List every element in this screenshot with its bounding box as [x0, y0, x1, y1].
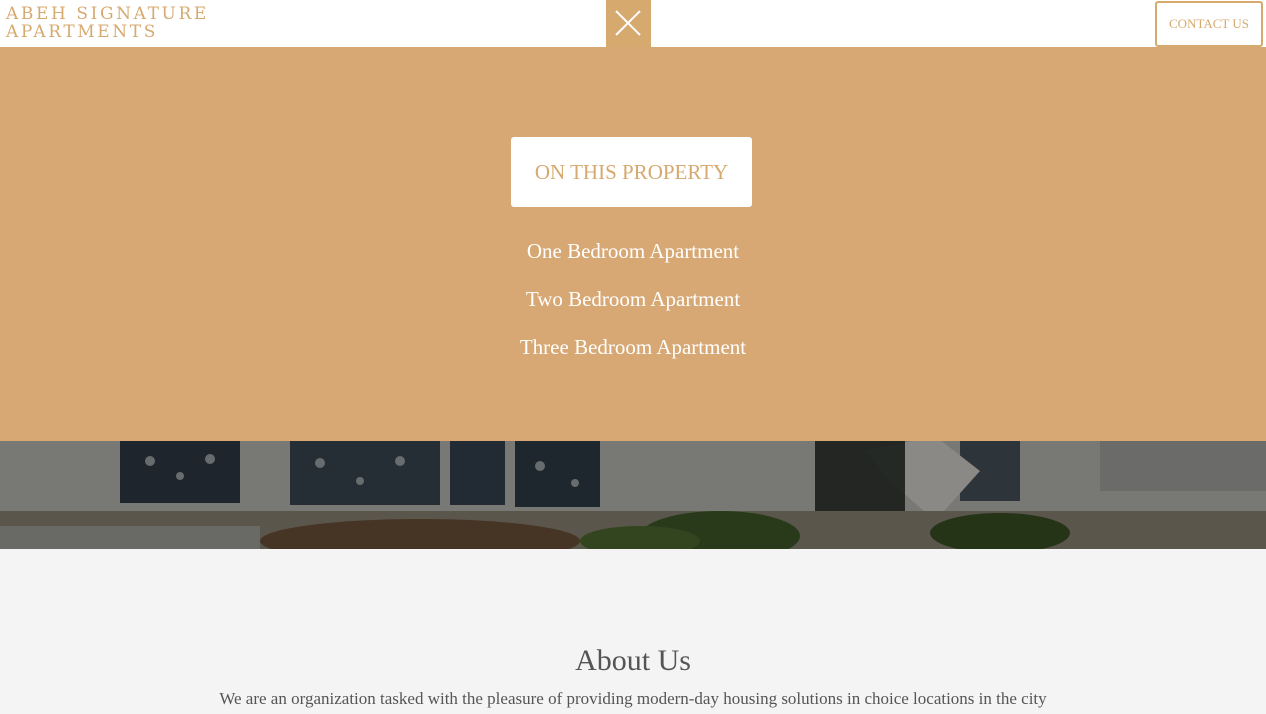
menu-item-two-bedroom[interactable]: Two Bedroom Apartment	[0, 285, 1266, 313]
menu-item-three-bedroom[interactable]: Three Bedroom Apartment	[0, 333, 1266, 361]
logo-line-2: APARTMENTS	[6, 22, 158, 42]
about-section: About Us We are an organization tasked w…	[0, 549, 1266, 714]
hero-photo	[0, 441, 1266, 549]
site-header: ABEH SIGNATURE APARTMENTS CONTACT US	[0, 0, 1266, 47]
overlay-menu: ON THIS PROPERTY One Bedroom Apartment T…	[0, 47, 1266, 441]
menu-item-one-bedroom[interactable]: One Bedroom Apartment	[0, 237, 1266, 265]
logo-line-1: ABEH SIGNATURE	[6, 4, 209, 24]
about-description: We are an organization tasked with the p…	[219, 689, 1047, 708]
site-logo[interactable]: ABEH SIGNATURE APARTMENTS	[6, 5, 209, 41]
contact-us-button[interactable]: CONTACT US	[1155, 1, 1263, 47]
close-menu-button[interactable]	[606, 0, 651, 47]
close-icon	[615, 10, 641, 36]
on-this-property-button[interactable]: ON THIS PROPERTY	[511, 137, 752, 207]
about-title: About Us	[575, 644, 691, 677]
apartment-building-image	[0, 441, 1266, 549]
